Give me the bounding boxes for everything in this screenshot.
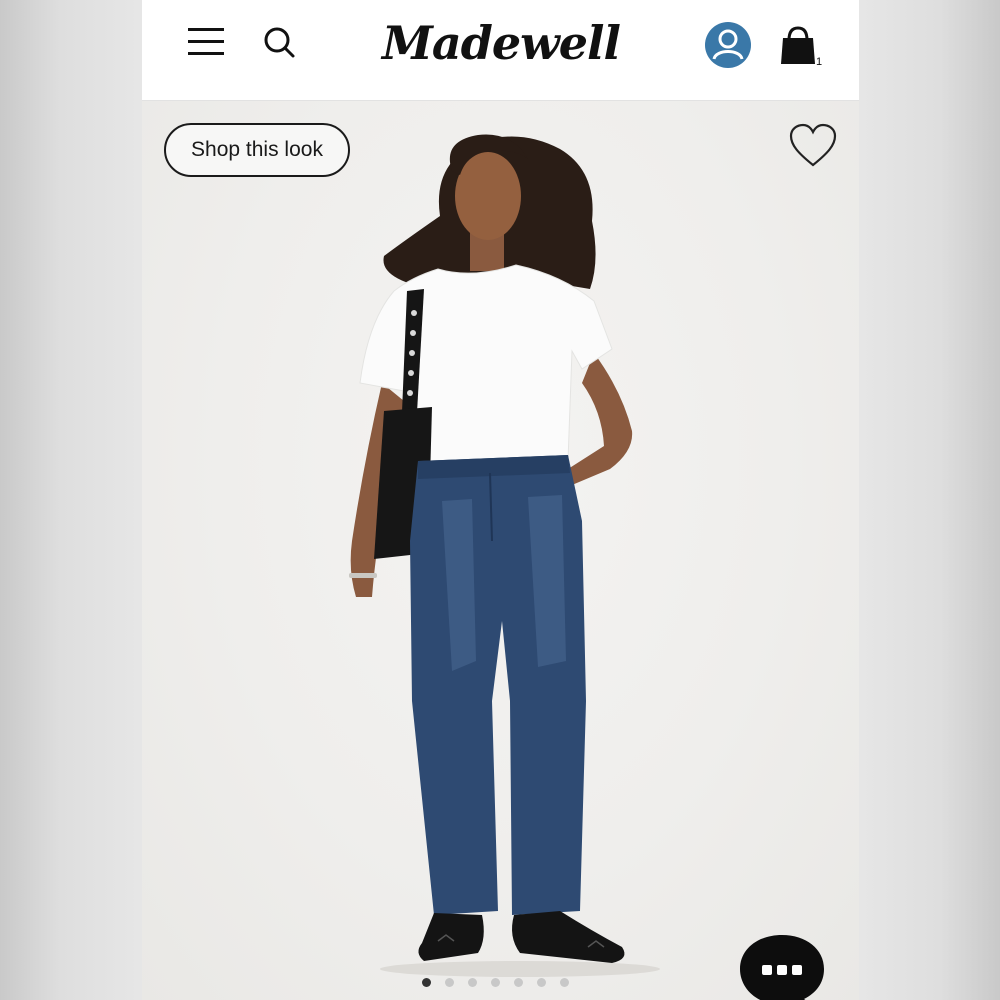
carousel-dot[interactable] <box>445 977 454 987</box>
product-page: Madewell 1 Shop this look <box>142 0 859 1000</box>
carousel-dot[interactable] <box>468 977 477 987</box>
heart-icon[interactable] <box>788 123 838 169</box>
carousel-dot[interactable] <box>560 977 569 987</box>
top-navigation-bar: Madewell 1 <box>142 0 859 101</box>
carousel-dot[interactable] <box>514 977 523 987</box>
shopping-bag-icon[interactable]: 1 <box>778 24 824 68</box>
account-icon[interactable] <box>704 21 752 69</box>
chat-bubble-icon[interactable] <box>736 931 828 1000</box>
shop-this-look-button[interactable]: Shop this look <box>164 123 350 177</box>
logo-text: Madewell <box>382 16 621 70</box>
madewell-logo[interactable]: Madewell <box>382 14 621 72</box>
carousel-dot[interactable] <box>491 977 500 987</box>
product-hero-image[interactable]: Shop this look <box>142 101 859 1000</box>
carousel-dot[interactable] <box>537 977 546 987</box>
carousel-dot[interactable] <box>422 977 431 987</box>
search-icon[interactable] <box>260 22 300 62</box>
carousel-pagination <box>422 975 582 989</box>
model-photo <box>349 134 660 977</box>
hamburger-menu-icon[interactable] <box>186 24 226 60</box>
bag-count: 1 <box>816 56 822 68</box>
